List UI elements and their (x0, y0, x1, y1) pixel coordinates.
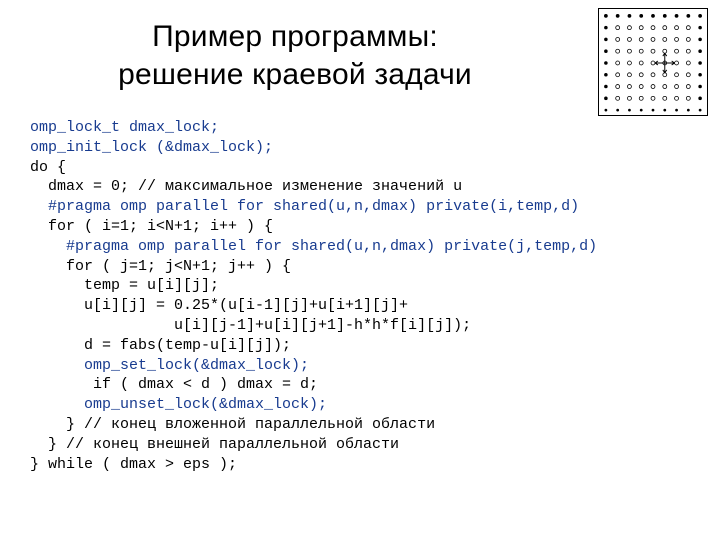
title-line-1: Пример программы: (0, 18, 590, 56)
title-line-2: решение краевой задачи (0, 56, 590, 94)
code-line: } // конец внешней параллельной области (30, 436, 399, 453)
code-line: for ( j=1; j<N+1; j++ ) { (30, 258, 291, 275)
code-line: u[i][j] = 0.25*(u[i-1][j]+u[i+1][j]+ (30, 297, 408, 314)
code-line: d = fabs(temp-u[i][j]); (30, 337, 291, 354)
code-line: temp = u[i][j]; (30, 277, 219, 294)
code-line: u[i][j-1]+u[i][j+1]-h*h*f[i][j]); (30, 317, 471, 334)
code-line: omp_set_lock(&dmax_lock); (30, 357, 309, 374)
stencil-diagram (598, 8, 708, 116)
code-block: omp_lock_t dmax_lock; omp_init_lock (&dm… (30, 118, 690, 474)
code-line: if ( dmax < d ) dmax = d; (30, 376, 318, 393)
slide-title: Пример программы: решение краевой задачи (0, 18, 590, 93)
code-line: omp_init_lock (&dmax_lock); (30, 139, 273, 156)
slide: Пример программы: решение краевой задачи (0, 0, 720, 540)
code-line: dmax = 0; // максимальное изменение знач… (30, 178, 462, 195)
code-line: omp_lock_t dmax_lock; (30, 119, 219, 136)
code-line: do { (30, 159, 66, 176)
code-line: } // конец вложенной параллельной област… (30, 416, 435, 433)
stencil-svg (599, 9, 707, 115)
code-line: omp_unset_lock(&dmax_lock); (30, 396, 327, 413)
code-line: #pragma omp parallel for shared(u,n,dmax… (30, 238, 597, 255)
code-line: for ( i=1; i<N+1; i++ ) { (30, 218, 273, 235)
code-line: #pragma omp parallel for shared(u,n,dmax… (30, 198, 579, 215)
code-line: } while ( dmax > eps ); (30, 456, 237, 473)
